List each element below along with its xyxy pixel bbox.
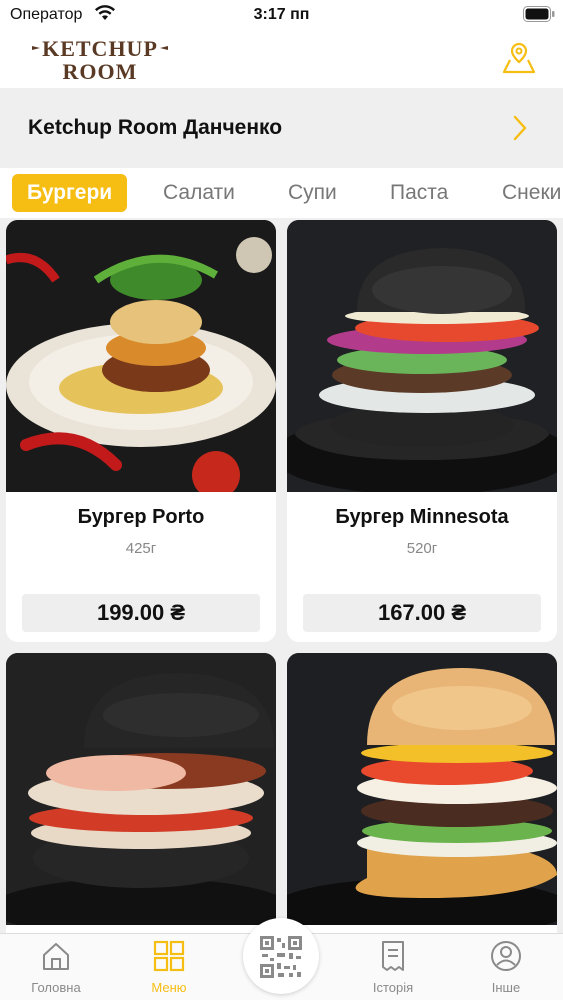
status-bar: Оператор 3:17 пп: [0, 0, 563, 30]
svg-text:ROOM: ROOM: [63, 59, 138, 84]
restaurant-name: Ketchup Room Данченко: [28, 116, 283, 139]
product-card[interactable]: Бургер Porto 425г 199.00 ₴: [6, 220, 276, 642]
grid-icon: [153, 940, 185, 972]
qr-scan-button[interactable]: [243, 918, 319, 994]
nav-other-label: Інше: [491, 980, 521, 995]
home-icon: [43, 943, 69, 970]
product-photo: [287, 220, 557, 492]
product-photo: [6, 220, 276, 492]
nav-menu[interactable]: Меню: [124, 940, 214, 995]
category-tabs: Бургери Салати Супи Паста Снеки: [0, 168, 563, 218]
nav-home[interactable]: Головна: [11, 940, 101, 995]
product-price-button[interactable]: 199.00 ₴: [22, 594, 260, 632]
product-photo: [6, 653, 276, 925]
tab-snacks[interactable]: Снеки: [487, 174, 563, 212]
svg-text:KETCHUP: KETCHUP: [42, 36, 158, 61]
product-weight: 520г: [406, 540, 438, 557]
tab-pasta[interactable]: Паста: [375, 174, 463, 212]
tab-salads[interactable]: Салати: [148, 174, 250, 212]
map-pin-icon[interactable]: [501, 40, 537, 76]
product-name: Бургер Minnesota: [335, 506, 509, 528]
product-card[interactable]: Бургер Minnesota 520г 167.00 ₴: [287, 220, 557, 642]
restaurant-selector[interactable]: Ketchup Room Данченко: [0, 88, 563, 168]
product-weight: 425г: [125, 540, 157, 557]
battery-icon: [523, 6, 555, 22]
nav-other[interactable]: Інше: [461, 940, 551, 995]
tab-soups[interactable]: Супи: [273, 174, 352, 212]
nav-menu-label: Меню: [151, 980, 187, 995]
nav-history-label: Історія: [372, 980, 414, 995]
product-price-button[interactable]: 167.00 ₴: [303, 594, 541, 632]
clock: 3:17 пп: [253, 6, 310, 23]
user-icon: [491, 941, 521, 971]
product-photo: [287, 653, 557, 925]
product-name: Бургер Porto: [77, 506, 205, 528]
ketchup-room-logo: KETCHUP ROOM: [32, 36, 168, 84]
nav-home-label: Головна: [31, 980, 81, 995]
chevron-right-icon: [513, 115, 527, 141]
nav-history[interactable]: Історія: [348, 940, 438, 995]
receipt-icon: [382, 941, 404, 971]
tab-burgers[interactable]: Бургери: [12, 174, 128, 212]
product-grid: Бургер Porto 425г 199.00 ₴ Бургер Minnes…: [0, 218, 563, 933]
app-header: KETCHUP ROOM: [0, 30, 563, 88]
qr-code-icon: [260, 936, 302, 978]
product-card[interactable]: [6, 653, 276, 933]
product-card[interactable]: [287, 653, 557, 933]
